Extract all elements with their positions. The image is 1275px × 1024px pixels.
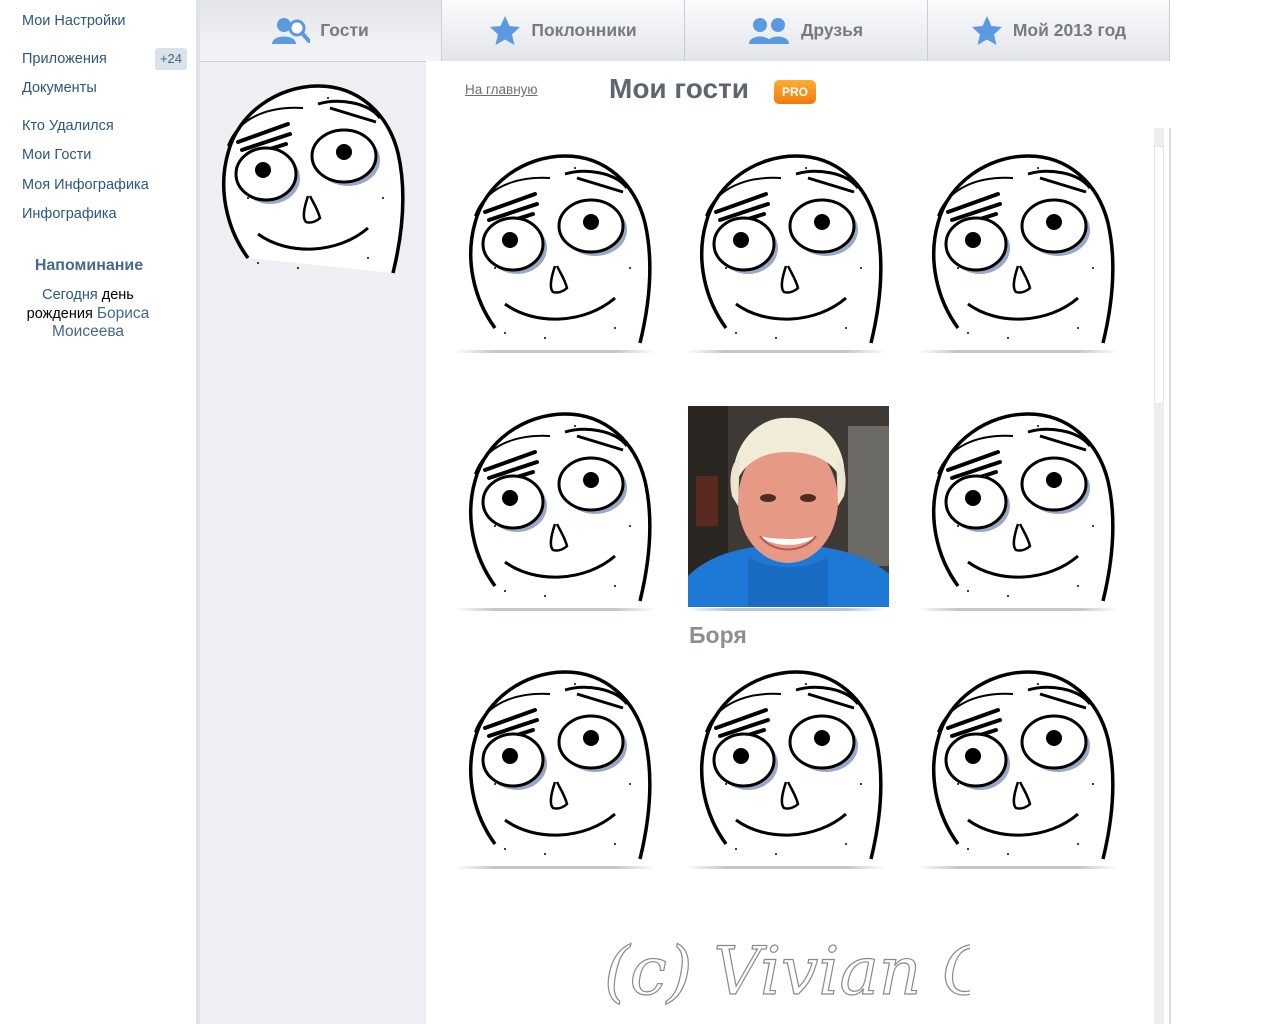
person-photo bbox=[688, 406, 889, 607]
reminder-title: Напоминание bbox=[34, 257, 144, 274]
card-shadow bbox=[455, 608, 655, 611]
tab-guests-label: Гости bbox=[320, 20, 369, 40]
guest-avatar bbox=[468, 670, 652, 861]
menu-item-my-infographic[interactable]: Моя Инфографика bbox=[22, 177, 149, 193]
guest-card[interactable] bbox=[686, 148, 886, 356]
scrollbar-thumb[interactable] bbox=[1154, 146, 1164, 404]
tab-friends[interactable]: Друзья bbox=[685, 0, 928, 61]
tab-fans[interactable]: Поклонники bbox=[442, 0, 685, 61]
card-shadow bbox=[918, 866, 1118, 869]
signature-watermark: (c) Vivian Cels bbox=[603, 932, 970, 1010]
star-icon bbox=[971, 15, 1002, 45]
card-shadow bbox=[686, 866, 886, 869]
photo-card-shadow-holder bbox=[686, 406, 886, 611]
left-menu: Мои Настройки Приложения +24 Документы К… bbox=[0, 0, 196, 1024]
card-shadow bbox=[455, 350, 655, 353]
tab-my-year-label: Мой 2013 год bbox=[1012, 20, 1127, 40]
card-shadow bbox=[918, 608, 1118, 611]
reminder-day: день bbox=[101, 287, 134, 303]
apps-count-badge[interactable]: +24 bbox=[155, 48, 187, 70]
reminder-name-last[interactable]: Моисеева bbox=[52, 323, 124, 340]
guest-card[interactable] bbox=[455, 664, 655, 872]
guest-card[interactable] bbox=[455, 406, 655, 614]
tab-friends-label: Друзья bbox=[800, 20, 864, 40]
card-shadow bbox=[686, 350, 886, 353]
guest-name[interactable]: Боря bbox=[689, 622, 747, 649]
reminder-birthday: рождения bbox=[26, 305, 93, 322]
guest-avatar bbox=[931, 670, 1115, 861]
menu-item-infographic[interactable]: Инфографика bbox=[22, 206, 117, 222]
friends-icon bbox=[748, 17, 789, 44]
guest-photo[interactable] bbox=[688, 406, 889, 607]
menu-item-apps[interactable]: Приложения bbox=[22, 51, 107, 67]
guest-avatar bbox=[699, 154, 883, 345]
card-shadow bbox=[455, 866, 655, 869]
guest-avatar bbox=[699, 670, 883, 861]
tab-my-year[interactable]: Мой 2013 год bbox=[928, 0, 1170, 61]
menu-item-settings[interactable]: Мои Настройки bbox=[22, 13, 126, 29]
page-title: Мои гости bbox=[609, 73, 749, 104]
guest-avatar bbox=[468, 412, 652, 603]
card-shadow bbox=[686, 608, 886, 611]
reminder-text: Сегодня день рождения Бориса Моисеева bbox=[18, 286, 158, 342]
home-link[interactable]: На главную bbox=[465, 82, 538, 97]
tab-guests[interactable]: Гости bbox=[200, 0, 442, 61]
guests-icon bbox=[272, 15, 311, 46]
guest-card[interactable] bbox=[455, 148, 655, 356]
guest-card[interactable] bbox=[918, 664, 1118, 872]
pro-badge[interactable]: PRO bbox=[774, 80, 816, 104]
menu-item-documents[interactable]: Документы bbox=[22, 80, 97, 96]
signature-text: (c) Vivian Cels bbox=[604, 933, 970, 1010]
card-shadow bbox=[918, 350, 1118, 353]
guest-card[interactable] bbox=[918, 406, 1118, 614]
guest-avatar bbox=[468, 154, 652, 345]
menu-item-who-left[interactable]: Кто Удалился bbox=[22, 118, 114, 134]
frame-right-border bbox=[1169, 128, 1171, 1024]
reminder-today: Сегодня bbox=[42, 287, 98, 303]
guest-avatar bbox=[931, 412, 1115, 603]
tab-fans-label: Поклонники bbox=[531, 20, 637, 40]
guest-avatar bbox=[931, 154, 1115, 345]
guest-card[interactable] bbox=[918, 148, 1118, 356]
tab-bar: Гости Поклонники Друзья Мой 2013 год bbox=[200, 0, 1170, 62]
profile-avatar[interactable] bbox=[208, 78, 414, 278]
reminder-name-first[interactable]: Бориса bbox=[97, 305, 149, 322]
star-icon bbox=[490, 15, 521, 45]
guest-card[interactable] bbox=[686, 664, 886, 872]
menu-item-my-guests[interactable]: Мои Гости bbox=[22, 147, 91, 163]
